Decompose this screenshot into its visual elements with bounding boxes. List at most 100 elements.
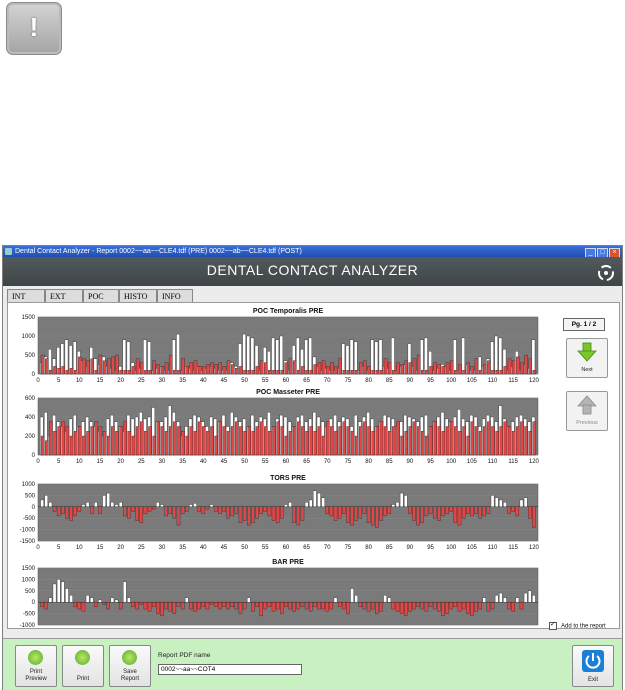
bar-red — [115, 354, 119, 375]
bar-red — [214, 435, 218, 456]
bar-white — [122, 339, 127, 375]
bar-red — [425, 435, 429, 456]
bar-red — [243, 431, 247, 456]
x-tick-label: 80 — [365, 378, 372, 384]
bar-red — [90, 358, 94, 375]
x-tick-label: 95 — [427, 545, 434, 551]
bar-positive — [490, 495, 495, 507]
x-tick-label: 35 — [179, 459, 186, 465]
bar-red — [466, 435, 470, 456]
bar-negative — [209, 602, 214, 605]
x-tick-label: 85 — [386, 378, 393, 384]
bar-negative — [185, 506, 189, 512]
bar-negative — [102, 602, 106, 605]
bar-red — [325, 421, 330, 456]
exit-button[interactable]: Exit — [572, 645, 614, 687]
bar-red — [305, 370, 309, 375]
chart-title: POC Masseter PRE — [256, 389, 320, 396]
tab-ext[interactable]: EXT — [45, 289, 83, 302]
bar-red — [487, 360, 491, 375]
bar-red — [173, 370, 177, 375]
print-preview-button[interactable]: Print Preview — [15, 645, 57, 687]
window-titlebar[interactable]: Dental Contact Analyzer - Report 0002~~a… — [3, 246, 622, 259]
add-to-report-checkbox[interactable]: Add to the report — [549, 620, 606, 630]
bar-red — [284, 435, 289, 456]
y-tick-label: 500 — [25, 589, 36, 595]
app-icon — [5, 248, 12, 255]
bar-red — [383, 426, 388, 456]
x-tick-label: 105 — [467, 459, 478, 465]
pdf-name-input[interactable]: 0002~~aa~~COT4 — [158, 664, 302, 675]
y-tick-label: 1000 — [22, 334, 36, 340]
previous-button[interactable]: Previous — [566, 391, 608, 431]
bar-red — [235, 368, 239, 375]
bar-positive — [94, 502, 98, 507]
bar-red — [193, 360, 198, 375]
bar-red — [346, 370, 351, 375]
bar-red — [516, 356, 520, 375]
bar-red — [69, 368, 74, 375]
print-button[interactable]: Print — [62, 645, 104, 687]
bar-white — [147, 341, 151, 375]
y-tick-label: -500 — [23, 516, 36, 522]
bar-positive — [65, 588, 69, 603]
y-tick-label: 0 — [32, 505, 36, 511]
bar-positive — [123, 581, 127, 603]
bar-red — [499, 426, 503, 456]
bar-red — [65, 370, 70, 375]
bar-red — [102, 431, 107, 456]
bar-red — [458, 364, 462, 375]
bar-negative — [69, 506, 73, 521]
bar-red — [82, 358, 86, 375]
bar-positive — [523, 592, 528, 603]
bar-negative — [259, 506, 263, 514]
tab-poc[interactable]: POC — [83, 289, 119, 302]
bar-red — [363, 421, 367, 456]
bar-red — [45, 440, 49, 456]
bar-red — [396, 421, 400, 456]
tab-histo[interactable]: HISTO — [119, 289, 157, 302]
bar-negative — [251, 506, 255, 523]
bar-negative — [362, 602, 367, 610]
bar-negative — [300, 602, 305, 607]
bar-red — [177, 370, 181, 375]
bar-negative — [218, 602, 222, 610]
x-tick-label: 90 — [407, 545, 414, 551]
bar-red — [516, 426, 520, 456]
bar-negative — [275, 506, 280, 523]
bar-red — [61, 421, 65, 456]
bar-red — [292, 426, 297, 456]
bar-negative — [147, 506, 152, 512]
bar-red — [61, 366, 65, 375]
bar-red — [429, 366, 433, 375]
save-report-button[interactable]: Save Report — [109, 645, 151, 687]
next-button[interactable]: Next — [566, 338, 608, 378]
bar-red — [86, 431, 90, 456]
x-tick-label: 0 — [36, 459, 40, 465]
x-tick-label: 20 — [117, 459, 124, 465]
bar-positive — [189, 504, 193, 507]
bar-positive — [44, 495, 48, 507]
bar-negative — [251, 602, 255, 612]
bar-negative — [329, 506, 334, 517]
bar-negative — [156, 602, 160, 614]
bar-red — [193, 431, 198, 456]
bar-negative — [213, 506, 218, 512]
bar-red — [499, 370, 503, 375]
bar-negative — [267, 506, 272, 517]
bar-red — [359, 426, 363, 456]
bar-negative — [321, 602, 325, 610]
x-tick-label: 115 — [508, 459, 518, 465]
bar-red — [462, 370, 466, 375]
bar-positive — [523, 497, 528, 507]
bar-negative — [73, 506, 77, 517]
bar-positive — [313, 490, 317, 507]
bar-negative — [247, 506, 251, 526]
bar-negative — [532, 506, 536, 528]
bar-red — [507, 426, 512, 456]
x-tick-label: 115 — [508, 545, 518, 551]
x-tick-label: 110 — [488, 378, 498, 384]
tab-info[interactable]: INFO — [157, 289, 193, 302]
tab-int[interactable]: INT — [7, 289, 45, 302]
bar-negative — [346, 506, 350, 523]
